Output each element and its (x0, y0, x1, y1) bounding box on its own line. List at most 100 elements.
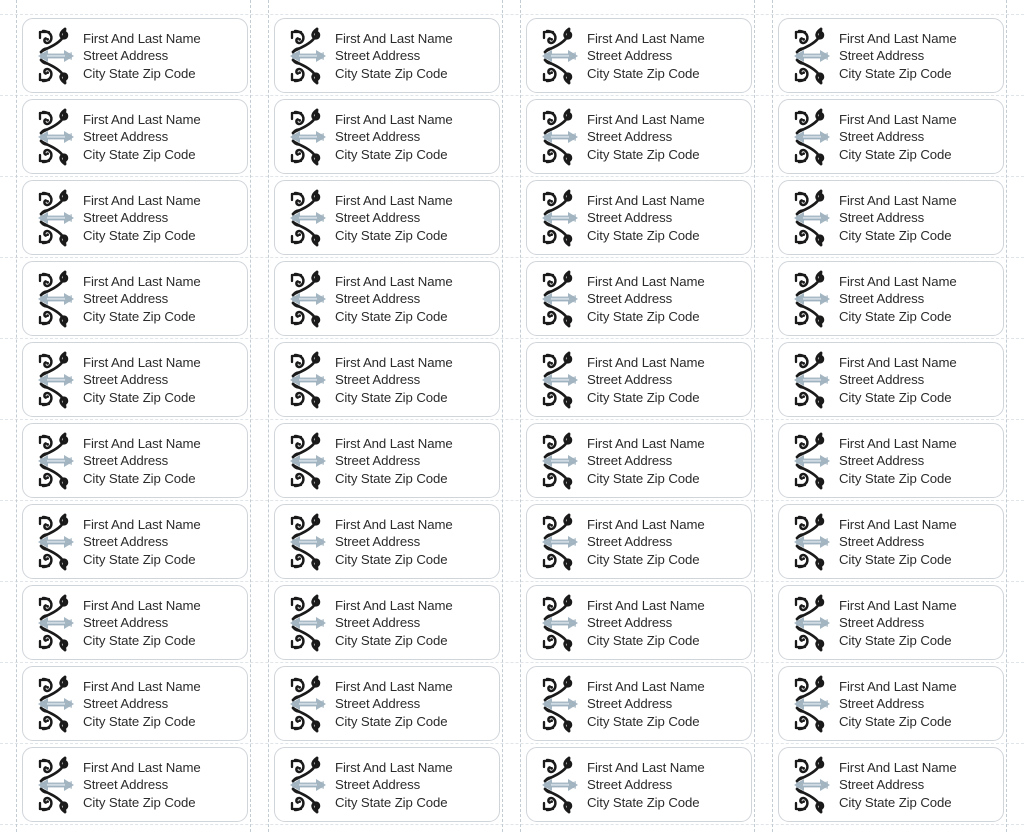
address-label[interactable]: First And Last Name Street Address City St… (274, 99, 500, 174)
decorative-scroll-flourish-icon (794, 432, 830, 489)
address-label[interactable]: First And Last Name Street Address City St… (778, 747, 1004, 822)
address-line-2: Street Address (839, 453, 925, 469)
address-label[interactable]: First And Last Name Street Address City St… (22, 342, 248, 417)
address-label[interactable]: First And Last Name Street Address City St… (274, 261, 500, 336)
address-label[interactable]: First And Last Name Street Address City St… (274, 666, 500, 741)
address-line-3: City State Zip Code (83, 713, 196, 729)
decorative-scroll-flourish-icon (38, 432, 74, 489)
decorative-scroll-flourish-icon (290, 432, 326, 489)
address-line-3: City State Zip Code (83, 632, 196, 648)
address-label[interactable]: First And Last Name Street Address City St… (22, 18, 248, 93)
address-block: First And Last Name Street Address City St… (587, 758, 705, 812)
address-label[interactable]: First And Last Name Street Address City St… (526, 180, 752, 255)
address-line-1: First And Last Name (335, 30, 453, 46)
address-label[interactable]: First And Last Name Street Address City St… (274, 18, 500, 93)
address-line-3: City State Zip Code (587, 146, 700, 162)
decorative-scroll-flourish-icon (542, 756, 578, 813)
decorative-scroll-flourish-icon (542, 189, 578, 246)
address-block: First And Last Name Street Address City St… (83, 596, 201, 650)
decorative-scroll-flourish-icon (542, 270, 578, 327)
address-line-1: First And Last Name (587, 435, 705, 451)
address-line-2: Street Address (587, 696, 673, 712)
address-line-2: Street Address (335, 696, 421, 712)
address-line-1: First And Last Name (587, 759, 705, 775)
address-block: First And Last Name Street Address City St… (587, 191, 705, 245)
address-label[interactable]: First And Last Name Street Address City St… (22, 747, 248, 822)
address-line-2: Street Address (83, 129, 169, 145)
address-label[interactable]: First And Last Name Street Address City St… (778, 18, 1004, 93)
address-line-2: Street Address (335, 372, 421, 388)
decorative-scroll-flourish-icon (38, 270, 74, 327)
address-label[interactable]: First And Last Name Street Address City St… (274, 585, 500, 660)
address-line-2: Street Address (83, 534, 169, 550)
address-line-2: Street Address (83, 453, 169, 469)
address-label[interactable]: First And Last Name Street Address City St… (274, 747, 500, 822)
address-label[interactable]: First And Last Name Street Address City St… (22, 423, 248, 498)
address-label[interactable]: First And Last Name Street Address City St… (778, 504, 1004, 579)
address-label[interactable]: First And Last Name Street Address City St… (526, 504, 752, 579)
address-line-2: Street Address (83, 291, 169, 307)
address-label[interactable]: First And Last Name Street Address City St… (526, 585, 752, 660)
decorative-scroll-flourish-icon (794, 27, 830, 84)
address-label[interactable]: First And Last Name Street Address City St… (778, 666, 1004, 741)
address-label[interactable]: First And Last Name Street Address City St… (778, 99, 1004, 174)
address-label[interactable]: First And Last Name Street Address City St… (778, 261, 1004, 336)
address-block: First And Last Name Street Address City St… (839, 758, 957, 812)
address-line-1: First And Last Name (335, 435, 453, 451)
address-line-1: First And Last Name (335, 273, 453, 289)
address-label[interactable]: First And Last Name Street Address City St… (526, 99, 752, 174)
address-line-3: City State Zip Code (335, 470, 448, 486)
address-label[interactable]: First And Last Name Street Address City St… (526, 261, 752, 336)
address-label[interactable]: First And Last Name Street Address City St… (22, 99, 248, 174)
address-label[interactable]: First And Last Name Street Address City St… (22, 666, 248, 741)
address-block: First And Last Name Street Address City St… (83, 677, 201, 731)
decorative-scroll-flourish-icon (290, 351, 326, 408)
address-label[interactable]: First And Last Name Street Address City St… (274, 180, 500, 255)
address-label[interactable]: First And Last Name Street Address City St… (778, 423, 1004, 498)
address-line-1: First And Last Name (335, 192, 453, 208)
address-label[interactable]: First And Last Name Street Address City St… (274, 342, 500, 417)
address-block: First And Last Name Street Address City St… (587, 677, 705, 731)
address-label[interactable]: First And Last Name Street Address City St… (22, 261, 248, 336)
address-line-1: First And Last Name (83, 759, 201, 775)
address-line-2: Street Address (335, 777, 421, 793)
address-label[interactable]: First And Last Name Street Address City St… (274, 504, 500, 579)
address-line-2: Street Address (587, 129, 673, 145)
address-line-3: City State Zip Code (839, 227, 952, 243)
address-line-2: Street Address (839, 129, 925, 145)
address-block: First And Last Name Street Address City St… (839, 596, 957, 650)
address-block: First And Last Name Street Address City St… (587, 353, 705, 407)
address-line-2: Street Address (839, 777, 925, 793)
address-label[interactable]: First And Last Name Street Address City St… (22, 180, 248, 255)
address-label[interactable]: First And Last Name Street Address City St… (526, 423, 752, 498)
address-line-1: First And Last Name (839, 30, 957, 46)
address-line-2: Street Address (839, 48, 925, 64)
address-line-3: City State Zip Code (83, 470, 196, 486)
address-label[interactable]: First And Last Name Street Address City St… (778, 585, 1004, 660)
address-label[interactable]: First And Last Name Street Address City St… (274, 423, 500, 498)
address-line-3: City State Zip Code (335, 713, 448, 729)
address-line-3: City State Zip Code (335, 551, 448, 567)
address-block: First And Last Name Street Address City St… (839, 191, 957, 245)
address-line-1: First And Last Name (83, 30, 201, 46)
address-line-3: City State Zip Code (839, 470, 952, 486)
address-label[interactable]: First And Last Name Street Address City St… (526, 342, 752, 417)
address-line-1: First And Last Name (587, 597, 705, 613)
address-line-1: First And Last Name (587, 111, 705, 127)
address-line-1: First And Last Name (587, 516, 705, 532)
address-label[interactable]: First And Last Name Street Address City St… (526, 18, 752, 93)
decorative-scroll-flourish-icon (794, 756, 830, 813)
address-block: First And Last Name Street Address City St… (83, 272, 201, 326)
address-label[interactable]: First And Last Name Street Address City St… (778, 342, 1004, 417)
address-block: First And Last Name Street Address City St… (839, 272, 957, 326)
address-label[interactable]: First And Last Name Street Address City St… (526, 747, 752, 822)
address-block: First And Last Name Street Address City St… (335, 758, 453, 812)
address-line-1: First And Last Name (839, 111, 957, 127)
address-label[interactable]: First And Last Name Street Address City St… (22, 585, 248, 660)
address-line-1: First And Last Name (83, 435, 201, 451)
address-label[interactable]: First And Last Name Street Address City St… (526, 666, 752, 741)
address-label[interactable]: First And Last Name Street Address City St… (22, 504, 248, 579)
address-block: First And Last Name Street Address City St… (335, 272, 453, 326)
address-line-1: First And Last Name (839, 678, 957, 694)
address-label[interactable]: First And Last Name Street Address City St… (778, 180, 1004, 255)
